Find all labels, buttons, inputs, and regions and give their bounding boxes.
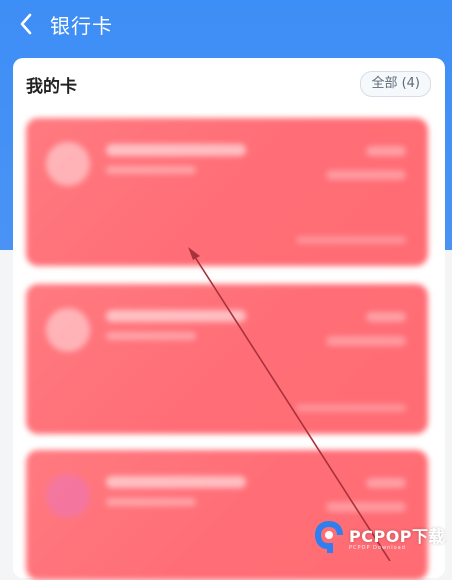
card-type-blurred xyxy=(106,332,196,340)
watermark-logo: PCPOP下载 PCPOP Download xyxy=(313,515,452,561)
my-cards-title: 我的卡 xyxy=(26,77,77,97)
bank-card-item[interactable] xyxy=(26,118,428,266)
bank-name-blurred xyxy=(106,144,246,156)
bank-logo-icon xyxy=(46,474,90,518)
watermark-sub: PCPOP Download xyxy=(349,545,406,551)
pcpop-logo-icon xyxy=(315,521,343,553)
back-arrow-icon xyxy=(20,13,32,35)
card-tag-blurred xyxy=(366,146,406,156)
my-cards-header: 我的卡 全部 (4) xyxy=(13,58,445,108)
bank-logo-icon xyxy=(46,142,90,186)
page-title: 银行卡 xyxy=(50,13,113,38)
card-type-blurred xyxy=(106,166,196,174)
bank-logo-icon xyxy=(46,308,90,352)
card-list xyxy=(0,108,452,580)
card-footer-blurred xyxy=(296,404,406,412)
card-number-blurred xyxy=(326,170,406,180)
card-tag-blurred xyxy=(366,312,406,322)
bank-name-blurred xyxy=(106,476,246,488)
watermark-brand: PCPOP下载 xyxy=(349,527,446,546)
card-type-blurred xyxy=(106,498,196,506)
card-number-blurred xyxy=(326,502,406,512)
back-button[interactable] xyxy=(4,2,48,46)
card-number-blurred xyxy=(326,336,406,346)
bank-card-item[interactable] xyxy=(26,284,428,434)
top-navigation-bar: 银行卡 xyxy=(0,0,452,48)
all-cards-button[interactable]: 全部 (4) xyxy=(360,71,431,97)
card-tag-blurred xyxy=(366,478,406,488)
card-footer-blurred xyxy=(296,236,406,244)
bank-name-blurred xyxy=(106,310,246,322)
